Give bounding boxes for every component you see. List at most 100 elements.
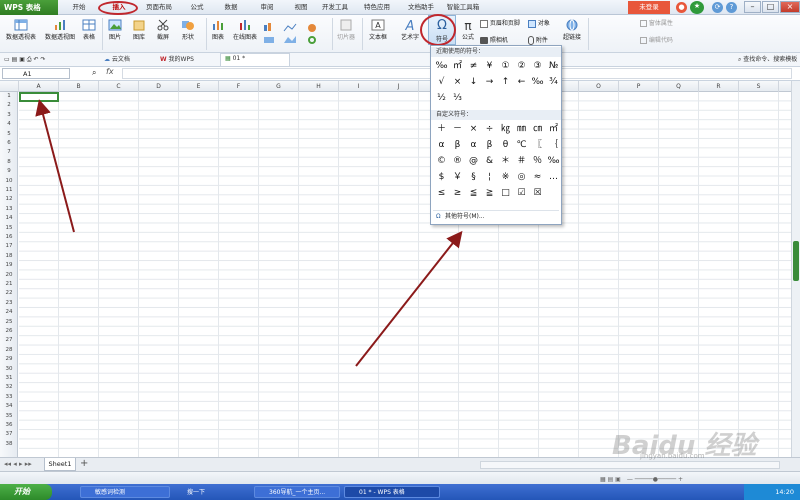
vertical-scrollbar[interactable] <box>791 81 800 457</box>
start-button[interactable]: 开始 <box>0 484 52 500</box>
taskbar-item-wps[interactable]: 01 * - WPS 表格 <box>344 486 440 498</box>
table-button[interactable]: 表格 <box>80 18 98 41</box>
symbol-cell[interactable]: & <box>482 154 497 169</box>
row-header[interactable]: 9 <box>0 167 18 176</box>
camera-button[interactable]: 照相机 <box>480 35 524 44</box>
row-header[interactable]: 11 <box>0 186 18 195</box>
symbol-cell[interactable]: ㎡ <box>450 59 465 74</box>
chart-type-mini-gallery[interactable] <box>262 21 328 47</box>
fx-icon[interactable]: fx <box>106 67 114 76</box>
row-header[interactable]: 8 <box>0 158 18 167</box>
symbol-cell[interactable]: ￥ <box>450 170 465 185</box>
column-header[interactable]: C <box>99 81 139 92</box>
symbol-cell[interactable]: ‰ <box>530 75 545 90</box>
maximize-button[interactable]: □ <box>762 1 779 13</box>
slicer-button[interactable]: 切片器 <box>334 18 358 41</box>
tab-3[interactable]: 页面布局 <box>140 0 178 15</box>
tab-11[interactable]: 智能工具箱 <box>444 0 482 15</box>
scroll-thumb[interactable] <box>793 241 799 281</box>
symbol-cell[interactable]: № <box>546 59 561 74</box>
row-header[interactable]: 7 <box>0 148 18 157</box>
select-all-corner[interactable] <box>0 81 19 92</box>
row-header[interactable]: 37 <box>0 430 18 439</box>
symbol-cell[interactable]: α <box>466 138 481 153</box>
row-header[interactable]: 13 <box>0 205 18 214</box>
row-header[interactable]: 30 <box>0 365 18 374</box>
control-properties-button[interactable]: 窗体属性 <box>640 18 690 27</box>
symbol-cell[interactable]: ¥ <box>482 59 497 74</box>
document-tab[interactable]: ▦ 01 * <box>220 53 290 66</box>
system-tray-clock[interactable]: 14:20 <box>744 484 800 500</box>
column-header[interactable]: R <box>699 81 739 92</box>
symbol-cell[interactable]: ㎏ <box>498 122 513 137</box>
attachment-button[interactable]: 附件 <box>528 35 554 45</box>
symbol-cell[interactable]: ① <box>498 59 513 74</box>
undo-icon[interactable]: ↶ <box>34 56 39 63</box>
row-header[interactable]: 22 <box>0 289 18 298</box>
column-header[interactable]: F <box>219 81 259 92</box>
skin-icon[interactable]: ● <box>676 2 687 13</box>
symbol-cell[interactable]: ≈ <box>530 170 545 185</box>
cell-area[interactable] <box>19 92 797 457</box>
symbol-cell[interactable]: ㎜ <box>514 122 529 137</box>
row-header[interactable]: 16 <box>0 233 18 242</box>
symbol-cell[interactable]: ← <box>514 75 529 90</box>
new-file-icon[interactable]: ▭ <box>4 56 10 63</box>
symbol-cell[interactable]: ＊ <box>498 154 513 169</box>
column-header[interactable]: B <box>59 81 99 92</box>
symbol-cell[interactable]: ≦ <box>466 186 481 201</box>
symbol-cell[interactable]: 〖 <box>530 138 545 153</box>
print-icon[interactable]: ⎙ <box>27 56 32 63</box>
symbol-cell[interactable]: ％ <box>530 154 545 169</box>
row-header[interactable]: 19 <box>0 261 18 270</box>
column-header[interactable]: H <box>299 81 339 92</box>
open-icon[interactable]: ▤ <box>12 56 18 63</box>
picture-button[interactable]: 图片 <box>104 18 126 41</box>
symbol-cell[interactable]: ② <box>514 59 529 74</box>
symbol-cell[interactable]: ③ <box>530 59 545 74</box>
textbox-button[interactable]: A 文本框 <box>366 18 390 41</box>
symbol-cell[interactable]: © <box>434 154 449 169</box>
taskbar-item-sensitive-words[interactable]: 敏感词检测 <box>80 486 170 498</box>
row-header[interactable]: 29 <box>0 355 18 364</box>
column-header[interactable]: D <box>139 81 179 92</box>
symbol-cell[interactable]: ≤ <box>434 186 449 201</box>
hyperlink-button[interactable]: 超链接 <box>560 18 584 41</box>
view-code-button[interactable]: 编辑代码 <box>640 35 690 44</box>
row-header[interactable]: 25 <box>0 318 18 327</box>
row-header[interactable]: 17 <box>0 242 18 251</box>
tab-7[interactable]: 视图 <box>282 0 320 15</box>
symbol-cell[interactable]: $ <box>434 170 449 185</box>
redo-icon[interactable]: ↷ <box>40 56 45 63</box>
pivot-table-button[interactable]: 数据透视表 <box>4 18 38 41</box>
row-header[interactable]: 35 <box>0 412 18 421</box>
sheet-nav-arrows[interactable]: ◂◂ ◂ ▸ ▸▸ <box>4 460 32 468</box>
gallery-button[interactable]: 图库 <box>128 18 150 41</box>
save-icon[interactable]: ▣ <box>19 56 25 63</box>
row-header[interactable]: 10 <box>0 177 18 186</box>
column-header[interactable]: P <box>619 81 659 92</box>
row-header[interactable]: 23 <box>0 299 18 308</box>
help-icon[interactable]: ? <box>726 2 737 13</box>
header-footer-button[interactable]: 页眉和页脚 <box>480 18 524 28</box>
login-button[interactable]: 未登录 <box>628 1 670 14</box>
row-header[interactable]: 27 <box>0 336 18 345</box>
wps-logo-menu[interactable]: WPS 表格 <box>0 0 58 15</box>
symbol-cell[interactable]: ‰ <box>434 59 449 74</box>
object-button[interactable]: 对象 <box>528 18 554 28</box>
symbol-cell[interactable]: ｛ <box>546 138 561 153</box>
row-header[interactable]: 5 <box>0 130 18 139</box>
symbol-cell[interactable]: ⅓ <box>450 91 465 106</box>
symbol-cell[interactable]: √ <box>434 75 449 90</box>
symbol-cell[interactable]: ℃ <box>514 138 529 153</box>
my-wps-tab[interactable]: W 我的WPS <box>160 55 194 65</box>
symbol-cell[interactable]: α <box>434 138 449 153</box>
symbol-cell[interactable]: ¦ <box>482 170 497 185</box>
row-header[interactable]: 26 <box>0 327 18 336</box>
wordart-button[interactable]: A 艺术字 <box>398 18 422 41</box>
symbol-cell[interactable]: × <box>466 122 481 137</box>
row-header[interactable]: 15 <box>0 224 18 233</box>
symbol-cell[interactable]: □ <box>498 186 513 201</box>
points-badge-icon[interactable]: ★ <box>690 1 704 14</box>
row-header[interactable]: 21 <box>0 280 18 289</box>
